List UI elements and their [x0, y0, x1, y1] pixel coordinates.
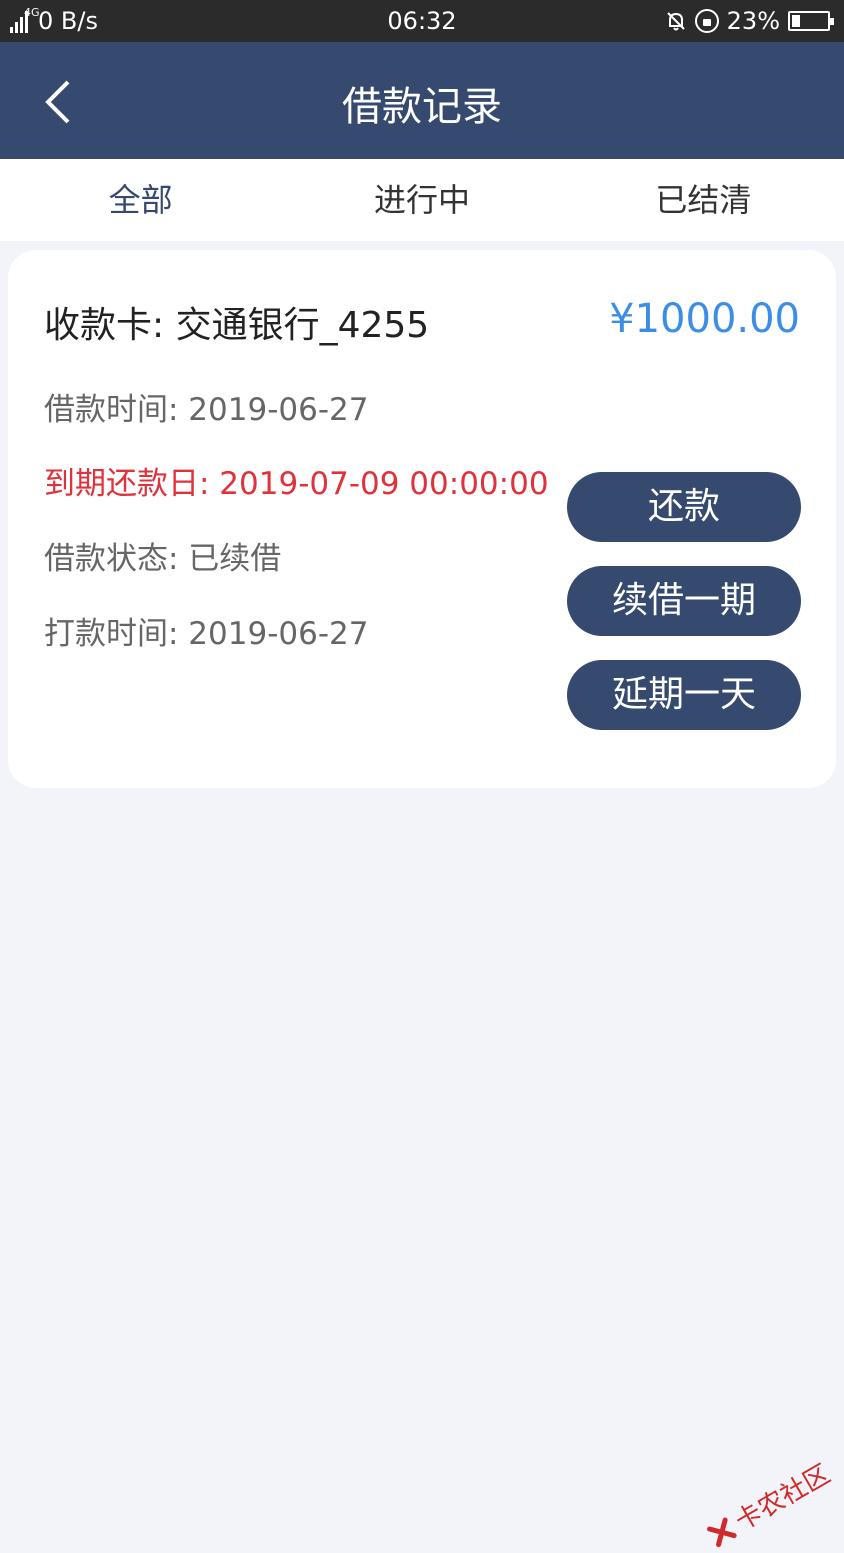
- loan-status: 借款状态: 已续借: [44, 541, 282, 577]
- watermark: 卡农社区: [701, 1454, 836, 1553]
- repay-button[interactable]: 还款: [567, 472, 801, 542]
- loan-time: 借款时间: 2019-06-27: [44, 392, 369, 428]
- payout-time: 打款时间: 2019-06-27: [44, 616, 369, 652]
- watermark-text: 卡农社区: [730, 1459, 836, 1538]
- receiving-card-label: 收款卡: 交通银行_4255: [44, 305, 430, 346]
- app-header: 借款记录: [0, 42, 844, 159]
- battery-icon: [788, 11, 834, 31]
- filter-tabs: 全部 进行中 已结清: [0, 159, 844, 241]
- status-bar: 4G 0 B/s 06:32 23%: [0, 0, 844, 42]
- due-date: 到期还款日: 2019-07-09 00:00:00: [44, 466, 549, 502]
- status-right: 23%: [665, 7, 834, 35]
- page-title: 借款记录: [342, 84, 502, 130]
- loan-amount: ¥1000.00: [609, 296, 800, 342]
- battery-percent: 23%: [726, 7, 780, 35]
- tab-in-progress[interactable]: 进行中: [281, 159, 562, 241]
- tab-all[interactable]: 全部: [0, 159, 281, 241]
- tab-settled[interactable]: 已结清: [563, 159, 844, 241]
- renew-button[interactable]: 续借一期: [567, 566, 801, 636]
- rotation-lock-icon: [694, 9, 719, 33]
- loan-record-card: 收款卡: 交通银行_4255 ¥1000.00 借款时间: 2019-06-27…: [8, 250, 836, 788]
- extend-button[interactable]: 延期一天: [567, 660, 801, 730]
- mute-bell-icon: [665, 10, 687, 32]
